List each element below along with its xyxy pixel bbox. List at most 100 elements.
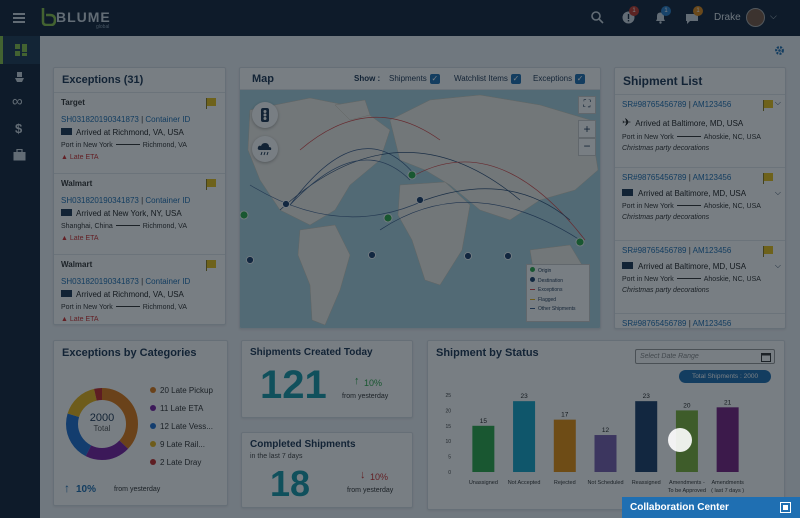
created-trend-value: 10% [364,378,383,388]
settings-gear-icon[interactable] [774,45,785,56]
container-id-link[interactable]: Container ID [145,277,190,286]
shipment-list-card: Shipment List SR#98765456789 | AM123456 ⌵… [614,67,786,329]
map-title: Map [252,73,274,85]
flag-icon[interactable] [763,100,773,111]
exception-item[interactable]: Walmart SH031820190341873 | Container ID A… [54,174,225,255]
arrow-up-icon: ↑ [354,375,360,387]
alert-icon[interactable]: 1 [622,6,639,29]
exception-item[interactable]: Target SH031820190341873 | Container ID Ar… [54,93,225,174]
expand-chevron-icon[interactable]: ⌵ [775,261,781,271]
status-bar[interactable] [716,407,739,472]
expand-chevron-icon[interactable]: ⌵ [775,98,781,108]
zoom-out-button[interactable]: − [578,138,596,156]
shipment-item[interactable]: SR#98765456789 | AM123456 ⌵ Arrived at Bal… [615,241,785,314]
logo[interactable]: BLUME global [40,6,110,31]
container-id-link[interactable]: Container ID [145,115,190,124]
shipment-note: Christmas party decorations [622,287,710,294]
dollar-icon: $ [15,121,23,136]
shipment-code-link[interactable]: AM123456 [693,100,732,109]
shipment-code-link[interactable]: AM123456 [693,319,732,328]
shipment-ref-link[interactable]: SR#98765456789 [622,100,687,109]
sidebar-item-dashboard[interactable] [0,36,40,64]
shipment-item[interactable]: SR#98765456789 | AM123456 ⌵ ✈ Arrived at Ba… [615,95,785,168]
fullscreen-button[interactable]: ⛶ [578,96,596,114]
status-title: Shipment by Status [436,347,539,359]
bar-value-label: 23 [520,393,528,400]
shipment-ref-link[interactable]: SR#98765456789 [622,173,687,182]
late-eta-label: Late ETA [69,235,99,242]
status-bar[interactable] [594,435,617,472]
route-to: Ahoskie, NC, USA [703,276,761,283]
sidebar-item-shipping[interactable] [0,64,40,90]
sidebar-item-portfolio[interactable] [0,142,40,168]
expand-chevron-icon[interactable]: ⌵ [775,188,781,198]
truck-icon [622,262,633,269]
route-to: Ahoskie, NC, USA [703,203,761,210]
route-to: Ahoskie, NC, USA [703,134,761,141]
date-range-input[interactable]: Select Date Range [635,349,775,364]
shipment-code-link[interactable]: AM123456 [693,246,732,255]
shipment-ref-link[interactable]: SR#98765456789 [622,246,687,255]
notification-bell-icon[interactable]: 1 [654,6,671,29]
checkbox-checked-icon[interactable]: ✓ [510,74,521,84]
x-category-label: ( last 7 days ) [711,488,744,494]
hamburger-menu-icon[interactable] [13,13,25,23]
late-eta-label: Late ETA [69,154,99,161]
x-category-label: Reassigned [632,480,661,486]
checkbox-checked-icon[interactable]: ✓ [429,74,440,84]
shipment-id-link[interactable]: SH031820190341873 [61,196,139,205]
map-card: Map Show : Shipments ✓ Watchlist Items ✓ E… [239,67,601,329]
flag-icon[interactable] [206,98,216,109]
container-id-link[interactable]: Container ID [145,196,190,205]
avatar[interactable] [746,8,765,27]
cloud-rain-icon [257,143,272,156]
chevron-down-icon[interactable]: ⌵ [770,11,777,22]
sidebar-item-integrations[interactable]: ∞ [0,90,40,116]
shipment-code-link[interactable]: AM123456 [693,173,732,182]
status-bar[interactable] [513,401,536,472]
checkbox-checked-icon[interactable]: ✓ [575,74,586,84]
expand-icon [780,502,791,513]
shipment-item[interactable]: SR#98765456789 | AM123456 [615,314,785,328]
category-legend-item: 11 Late ETA [150,404,213,422]
collaboration-center-button[interactable]: Collaboration Center [622,497,800,518]
bar-value-label: 12 [602,427,610,434]
shipment-item[interactable]: SR#98765456789 | AM123456 ⌵ Arrived at Bal… [615,168,785,241]
logo-subtext: global [96,24,110,30]
map-weather-button[interactable] [252,136,278,162]
category-legend-item: 2 Late Dray [150,458,213,476]
flag-icon[interactable] [206,179,216,190]
message-icon[interactable]: 1 [685,6,703,30]
legend-label: 2 Late Dray [160,458,202,467]
zoom-in-button[interactable]: + [578,120,596,138]
shipment-status: Arrived at Baltimore, MD, USA [635,119,744,128]
sidebar-item-finance[interactable]: $ [0,116,40,142]
categories-trend-text: from yesterday [114,486,161,493]
shipment-id-link[interactable]: SH031820190341873 [61,115,139,124]
flag-icon[interactable] [206,260,216,271]
user-name[interactable]: Drake [714,12,741,23]
map-filter-exceptions[interactable]: Exceptions ✓ [533,74,586,84]
category-legend-item: 9 Late Rail... [150,440,213,458]
category-legend-item: 20 Late Pickup [150,386,213,404]
search-icon[interactable] [591,11,604,29]
traffic-light-icon [261,108,269,122]
shipment-ref-link[interactable]: SR#98765456789 [622,319,687,328]
status-bar[interactable] [472,425,495,472]
status-bar[interactable] [635,401,658,472]
map-layers-button[interactable] [252,102,278,128]
route-from: Shanghai, China [61,223,113,230]
created-title: Shipments Created Today [250,347,373,358]
completed-shipments-card: Completed Shipments in the last 7 days 1… [241,432,413,508]
flag-icon[interactable] [763,173,773,184]
map-filter-shipments[interactable]: Shipments ✓ [389,74,440,84]
flag-icon[interactable] [763,246,773,257]
exception-item[interactable]: Walmart SH031820190341873 | Container ID A… [54,255,225,324]
shipment-id-link[interactable]: SH031820190341873 [61,277,139,286]
map-filter-watchlist[interactable]: Watchlist Items ✓ [454,74,521,84]
status-bar[interactable] [553,419,576,472]
legend-swatch [150,423,156,429]
calendar-icon[interactable] [761,352,771,362]
bar-value-label: 20 [683,402,691,409]
origin-marker-icon [530,267,535,272]
